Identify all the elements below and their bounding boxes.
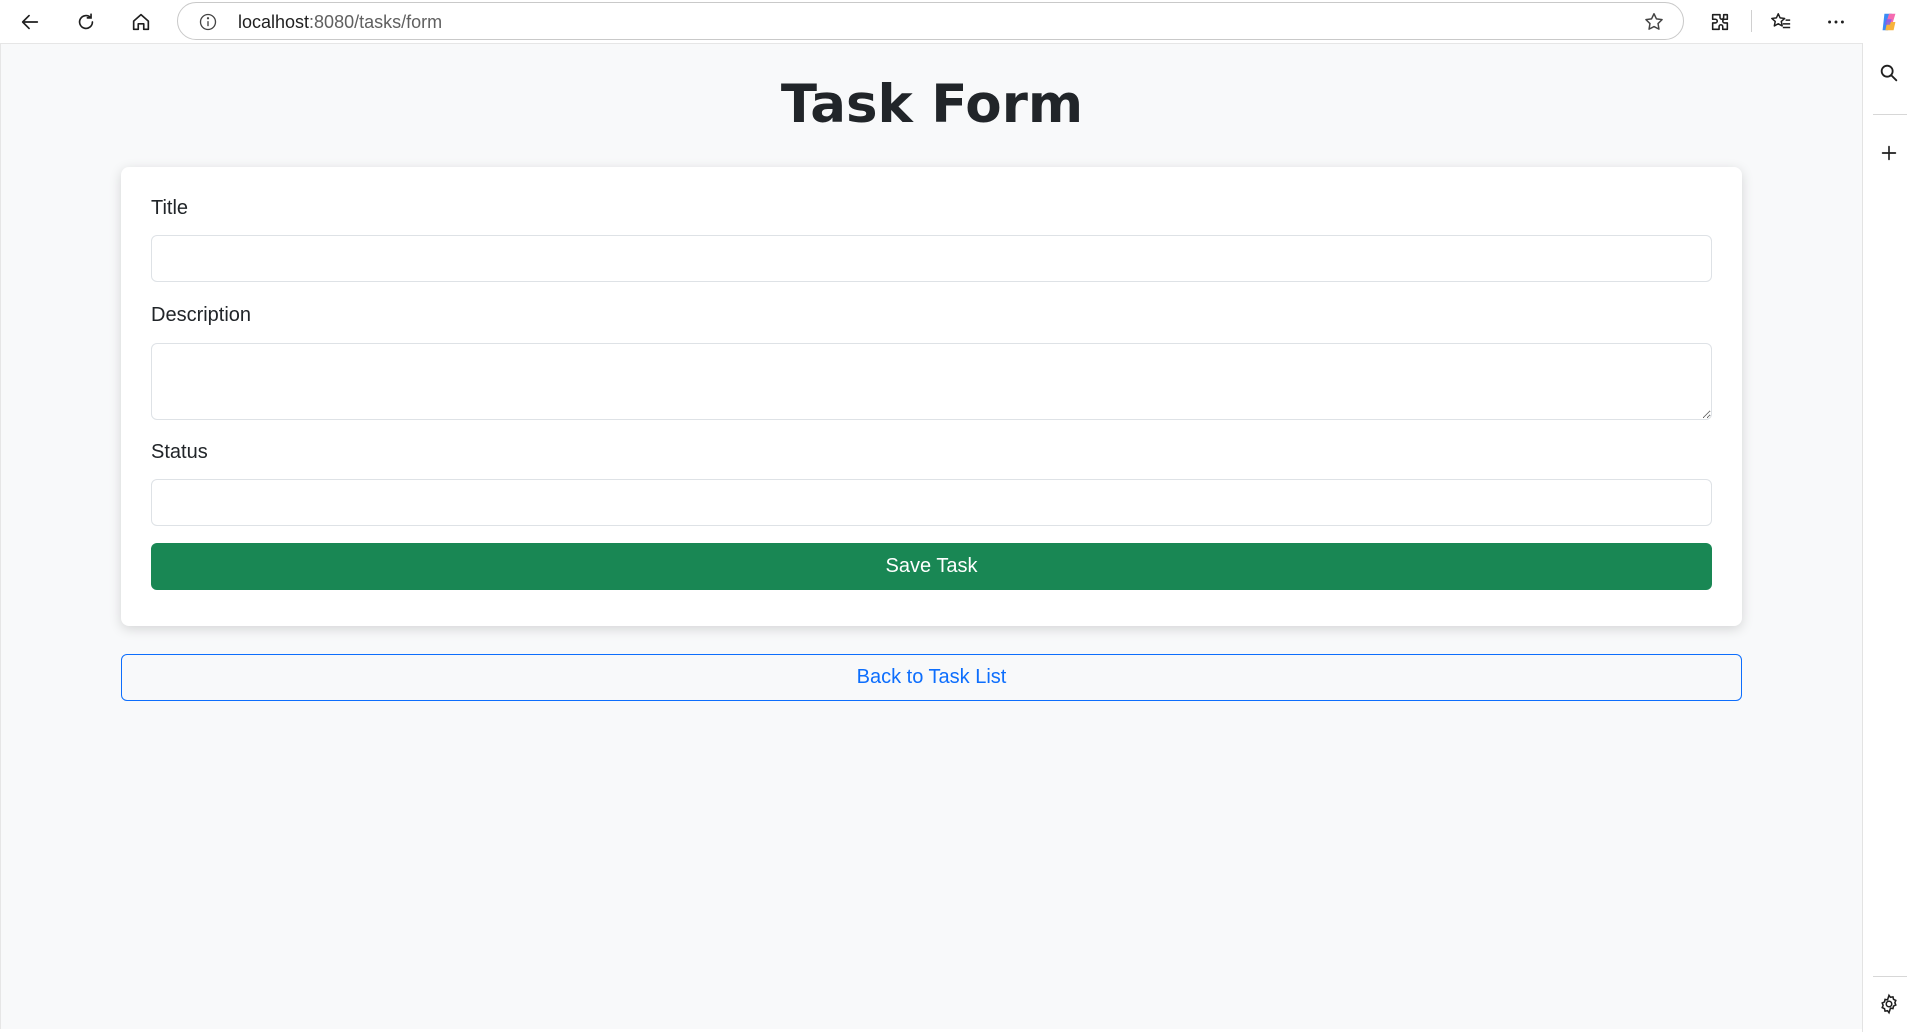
back-arrow-icon[interactable]	[13, 5, 47, 39]
copilot-icon[interactable]	[1872, 5, 1906, 39]
sidebar-divider	[1873, 114, 1907, 115]
plus-icon[interactable]	[1872, 136, 1906, 170]
sidebar-divider	[1873, 976, 1907, 977]
browser-sidebar	[1862, 43, 1915, 1032]
save-task-button[interactable]: Save Task	[151, 543, 1712, 590]
status-input[interactable]	[151, 479, 1712, 526]
gear-icon[interactable]	[1872, 987, 1906, 1021]
description-label: Description	[151, 304, 252, 326]
back-to-task-list-label: Back to Task List	[856, 666, 1007, 688]
back-to-task-list-button[interactable]: Back to Task List	[121, 654, 1742, 701]
status-label: Status	[151, 441, 208, 463]
url-host: localhost	[238, 12, 310, 32]
info-icon[interactable]	[198, 12, 218, 32]
title-label: Title	[151, 197, 189, 219]
title-input[interactable]	[151, 235, 1712, 282]
reload-icon[interactable]	[69, 5, 103, 39]
toolbar-divider	[1751, 10, 1752, 32]
favorites-icon[interactable]	[1764, 5, 1798, 39]
save-task-label: Save Task	[885, 555, 978, 577]
more-icon[interactable]	[1819, 5, 1853, 39]
url-path: :8080/tasks/form	[309, 12, 443, 32]
page-title: Task Form	[780, 74, 1084, 135]
description-textarea[interactable]	[151, 343, 1712, 420]
task-form-card: Title Description Status Save Task	[121, 167, 1742, 626]
browser-toolbar: localhost:8080/tasks/form	[0, 0, 1915, 43]
search-icon[interactable]	[1872, 56, 1906, 90]
url-text[interactable]: localhost:8080/tasks/form	[238, 12, 442, 33]
address-bar[interactable]: localhost:8080/tasks/form	[177, 2, 1684, 40]
home-icon[interactable]	[124, 5, 158, 39]
star-icon[interactable]	[1643, 11, 1665, 33]
extensions-icon[interactable]	[1703, 5, 1737, 39]
page-viewport: Task Form Title Description Status Save …	[0, 43, 1862, 1029]
